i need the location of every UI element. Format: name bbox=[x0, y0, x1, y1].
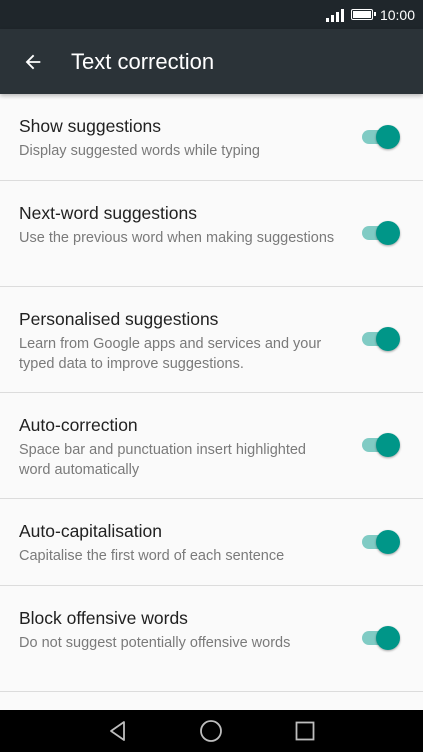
personalised-suggestions-toggle[interactable] bbox=[362, 327, 400, 351]
battery-icon bbox=[350, 9, 376, 20]
setting-subtitle: Do not suggest potentially offensive wor… bbox=[19, 635, 291, 651]
nav-home-icon[interactable] bbox=[199, 719, 223, 743]
setting-title: Show suggestions bbox=[19, 116, 162, 136]
setting-title: Block offensive words bbox=[19, 608, 188, 628]
status-icons: 10:00 bbox=[325, 0, 415, 29]
setting-next-word-suggestions[interactable]: Next-word suggestions Use the previous w… bbox=[0, 181, 423, 287]
setting-auto-correction[interactable]: Auto-correction Space bar and punctuatio… bbox=[0, 393, 423, 499]
page-title: Text correction bbox=[71, 49, 215, 74]
setting-title: Auto-capitalisation bbox=[19, 521, 162, 541]
show-suggestions-toggle[interactable] bbox=[362, 125, 400, 149]
navigation-bar bbox=[0, 710, 423, 752]
setting-subtitle: Space bar and punctuation insert highlig… bbox=[19, 442, 306, 478]
status-time: 10:00 bbox=[379, 6, 415, 23]
app-bar: Text correction bbox=[0, 29, 423, 94]
setting-subtitle: Learn from Google apps and services and … bbox=[19, 336, 322, 372]
auto-correction-toggle[interactable] bbox=[362, 433, 400, 457]
nav-back-icon[interactable] bbox=[106, 719, 130, 743]
settings-list: Show suggestions Display suggested words… bbox=[0, 94, 423, 692]
setting-subtitle: Capitalise the first word of each senten… bbox=[19, 548, 285, 564]
auto-capitalisation-toggle[interactable] bbox=[362, 530, 400, 554]
setting-show-suggestions[interactable]: Show suggestions Display suggested words… bbox=[0, 94, 423, 181]
setting-subtitle: Use the previous word when making sugges… bbox=[19, 230, 335, 246]
nav-recents-icon[interactable] bbox=[293, 719, 317, 743]
setting-block-offensive-words[interactable]: Block offensive words Do not suggest pot… bbox=[0, 586, 423, 692]
next-word-suggestions-toggle[interactable] bbox=[362, 221, 400, 245]
setting-auto-capitalisation[interactable]: Auto-capitalisation Capitalise the first… bbox=[0, 499, 423, 586]
block-offensive-words-toggle[interactable] bbox=[362, 626, 400, 650]
status-bar: 10:00 bbox=[0, 0, 423, 29]
setting-title: Personalised suggestions bbox=[19, 309, 219, 329]
setting-personalised-suggestions[interactable]: Personalised suggestions Learn from Goog… bbox=[0, 287, 423, 393]
signal-icon bbox=[325, 8, 344, 22]
back-arrow-icon[interactable] bbox=[18, 47, 48, 77]
setting-subtitle: Display suggested words while typing bbox=[19, 143, 260, 159]
setting-title: Next-word suggestions bbox=[19, 203, 197, 223]
setting-title: Auto-correction bbox=[19, 415, 138, 435]
